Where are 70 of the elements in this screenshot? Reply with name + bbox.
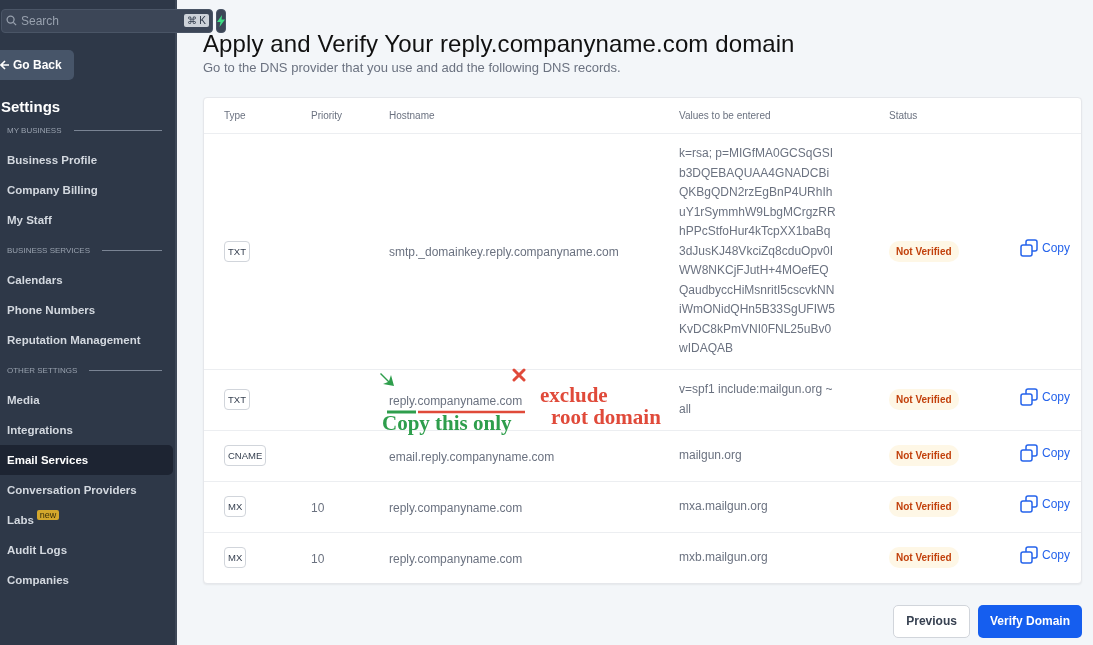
arrow-left-icon: [0, 60, 10, 70]
copy-button[interactable]: Copy: [1020, 239, 1070, 258]
copy-icon: [1020, 387, 1038, 406]
sidebar-item[interactable]: My Staff: [0, 205, 173, 235]
sidebar-item[interactable]: Conversation Providers: [0, 475, 173, 505]
sidebar-item[interactable]: Audit Logs: [0, 535, 173, 565]
new-badge: new: [36, 510, 60, 520]
section-heading: MY BUSINESS: [7, 125, 62, 135]
hostname-text: smtp._domainkey.reply.companyname.com: [389, 245, 619, 260]
record-value: mxb.mailgun.org: [679, 548, 769, 566]
bolt-button[interactable]: [216, 9, 226, 33]
copy-icon: [1020, 494, 1038, 513]
page-subtitle: Go to the DNS provider that you use and add the following DNS records.: [203, 60, 622, 75]
record-value: k=rsa; p=MIGfMA0GCSqGSIb3DQEBAQUAA4GNADCBiQKBgQDN2rzEgBnP4URhIhuY1rSymmhW9LbgMCrgzRRhPPcStfoHur4kTcpXX1baBq3dJusKJ48VkciZq8cduOpv0IWW8NKCjFJutH+4MOefEQQaudbyccHiMsnritI5cscvkNNiWmONidQHn5B33SgUFIW5KvDC8kPmVNI0FNL25uBv0wIDAQAB: [679, 145, 837, 357]
status-badge: Not Verified: [889, 445, 959, 466]
hostname-text: reply.companyname.com: [389, 551, 523, 566]
section-heading: OTHER SETTINGS: [7, 365, 78, 375]
record-type: TXT: [224, 240, 250, 262]
column-header: Values to be entered: [679, 110, 772, 121]
copy-icon: [1020, 443, 1038, 462]
previous-button[interactable]: Previous: [893, 604, 970, 638]
shortcut-hint: ⌘ K: [183, 14, 209, 27]
verify-domain-button[interactable]: Verify Domain: [977, 604, 1082, 638]
sidebar-item[interactable]: Company Billing: [0, 175, 173, 205]
sidebar-item[interactable]: Reputation Management: [0, 325, 173, 355]
cross-icon: [512, 367, 526, 382]
column-header: Hostname: [389, 110, 436, 121]
hostname-text: reply.companyname.com: [389, 500, 523, 515]
priority-text: 10: [311, 551, 325, 566]
hostname-text: reply.companyname.com: [389, 393, 523, 408]
column-header: Priority: [311, 110, 344, 121]
annotation-note: Copy this only: [382, 412, 512, 434]
copy-button[interactable]: Copy: [1020, 494, 1070, 513]
record-value: mxa.mailgun.org: [679, 497, 769, 515]
record-value: mailgun.org: [679, 446, 743, 464]
arrow-icon: [379, 370, 395, 387]
record-value: v=spf1 include:mailgun.org ~all: [679, 381, 834, 418]
section-heading: BUSINESS SERVICES: [7, 245, 90, 255]
record-type: TXT: [224, 389, 250, 410]
status-badge: Not Verified: [889, 547, 959, 568]
sidebar-item[interactable]: Phone Numbers: [0, 295, 173, 325]
copy-button[interactable]: Copy: [1020, 545, 1070, 564]
copy-button[interactable]: Copy: [1020, 387, 1070, 406]
sidebar-item[interactable]: Labs new: [0, 505, 173, 535]
bolt-icon: [217, 15, 225, 27]
sidebar-item[interactable]: Business Profile: [0, 145, 173, 175]
sidebar-item[interactable]: Media: [0, 385, 173, 415]
sidebar-item[interactable]: Integrations: [0, 415, 173, 445]
record-type: MX: [224, 496, 247, 517]
sidebar-title: Settings: [1, 98, 62, 115]
status-badge: Not Verified: [889, 389, 959, 410]
record-type: CNAME: [224, 445, 267, 466]
sidebar-item[interactable]: Calendars: [0, 265, 173, 295]
annotation-note: root domain: [551, 406, 661, 428]
status-badge: Not Verified: [889, 240, 959, 262]
column-header: Status: [889, 110, 919, 121]
copy-button[interactable]: Copy: [1020, 443, 1070, 462]
sidebar-item[interactable]: Companies: [0, 565, 173, 595]
search-icon: [6, 15, 17, 26]
copy-icon: [1020, 545, 1038, 564]
status-badge: Not Verified: [889, 496, 959, 517]
record-type: MX: [224, 547, 247, 568]
column-header: Type: [223, 110, 247, 121]
go-back-button[interactable]: Go Back: [0, 50, 74, 80]
hostname-text: email.reply.companyname.com: [389, 449, 555, 464]
copy-icon: [1020, 239, 1038, 258]
priority-text: 10: [311, 500, 325, 515]
sidebar-item[interactable]: Email Services: [0, 445, 173, 475]
annotation-note: exclude: [540, 384, 608, 406]
page-title: Apply and Verify Your reply.companyname.com domain: [203, 30, 796, 58]
